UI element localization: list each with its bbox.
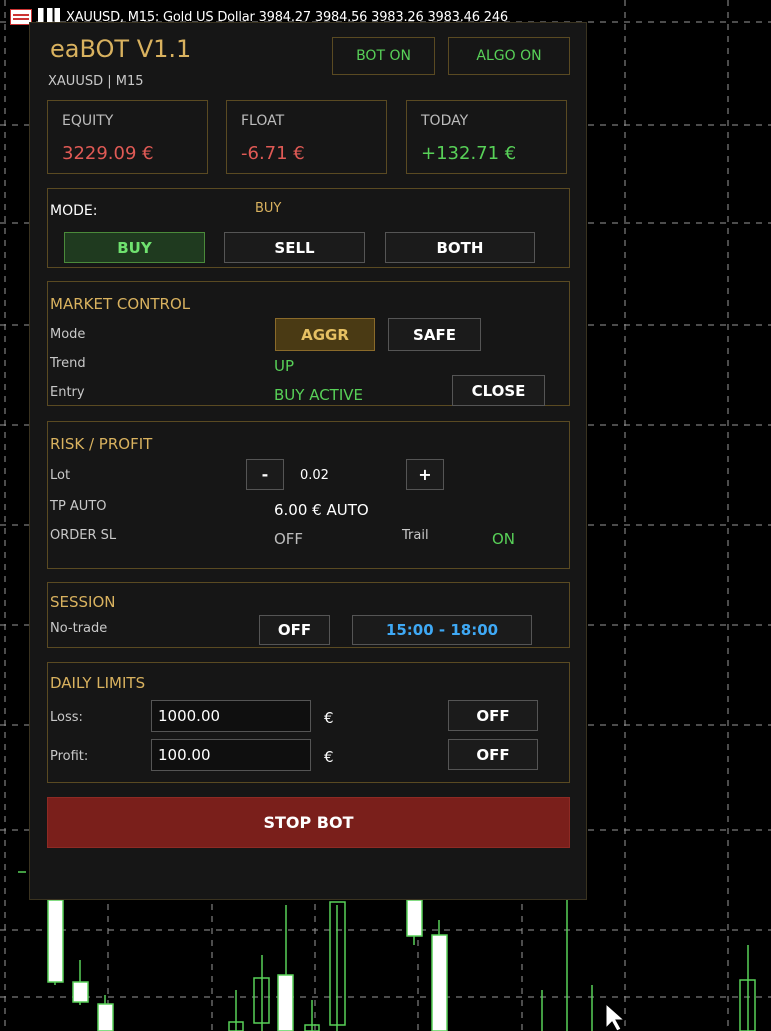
aggr-button[interactable]: AGGR [275,318,375,351]
mode-both-button[interactable]: BOTH [385,232,535,263]
market-mode-label: Mode [50,327,86,342]
equity-value: 3229.09 € [62,143,154,164]
session-off-button[interactable]: OFF [259,615,330,645]
panel-title: eaBOT V1.1 [50,35,192,63]
bot-status-badge[interactable]: BOT ON [332,37,435,75]
trend-value: UP [274,357,295,375]
trail-value[interactable]: ON [492,530,515,548]
ea-panel: eaBOT V1.1 XAUUSD | M15 BOT ON ALGO ON E… [29,22,587,900]
daily-limits-section: DAILY LIMITS Loss: 1000.00 € OFF Profit:… [47,662,570,783]
mode-current: BUY [255,201,282,216]
loss-label: Loss: [50,710,83,725]
algo-status-badge[interactable]: ALGO ON [448,37,570,75]
safe-button[interactable]: SAFE [388,318,481,351]
today-value: +132.71 € [421,143,517,164]
entry-label: Entry [50,385,85,400]
mode-buy-button[interactable]: BUY [64,232,205,263]
risk-profit-section: RISK / PROFIT Lot - 0.02 + TP AUTO 6.00 … [47,421,570,569]
lot-value[interactable]: 0.02 [300,468,329,483]
daily-limits-title: DAILY LIMITS [50,674,146,692]
loss-currency: € [324,709,334,727]
close-button[interactable]: CLOSE [452,375,545,406]
equity-label: EQUITY [62,113,114,129]
order-sl-value[interactable]: OFF [274,530,303,548]
market-control-title: MARKET CONTROL [50,295,191,313]
session-time-range[interactable]: 15:00 - 18:00 [352,615,532,645]
profit-label: Profit: [50,749,89,764]
mode-section: MODE: BUY BUY SELL BOTH [47,188,570,268]
lot-increase-button[interactable]: + [406,459,444,490]
session-title: SESSION [50,593,116,611]
loss-limit-toggle[interactable]: OFF [448,700,538,731]
equity-card: EQUITY 3229.09 € [47,100,208,174]
risk-profit-title: RISK / PROFIT [50,435,153,453]
panel-subtitle: XAUUSD | M15 [48,74,144,89]
trail-label: Trail [402,528,429,543]
mode-label: MODE: [50,203,98,219]
entry-value: BUY ACTIVE [274,386,363,404]
order-sl-label: ORDER SL [50,528,117,543]
mouse-cursor-icon [605,1002,626,1031]
stop-bot-button[interactable]: STOP BOT [47,797,570,848]
lot-label: Lot [50,468,71,483]
notrade-label: No-trade [50,621,108,636]
float-value: -6.71 € [241,143,305,164]
profit-currency: € [324,748,334,766]
loss-limit-input[interactable]: 1000.00 [151,700,311,732]
profit-limit-input[interactable]: 100.00 [151,739,311,771]
session-section: SESSION No-trade OFF 15:00 - 18:00 [47,582,570,648]
float-card: FLOAT -6.71 € [226,100,387,174]
lot-decrease-button[interactable]: - [246,459,284,490]
mode-sell-button[interactable]: SELL [224,232,365,263]
today-label: TODAY [421,113,469,129]
profit-limit-toggle[interactable]: OFF [448,739,538,770]
tp-auto-label: TP AUTO [50,499,107,514]
today-card: TODAY +132.71 € [406,100,567,174]
trend-label: Trend [50,356,86,371]
float-label: FLOAT [241,113,285,129]
tp-auto-value: 6.00 € AUTO [274,501,369,519]
market-control-section: MARKET CONTROL Mode AGGR SAFE Trend UP E… [47,281,570,406]
